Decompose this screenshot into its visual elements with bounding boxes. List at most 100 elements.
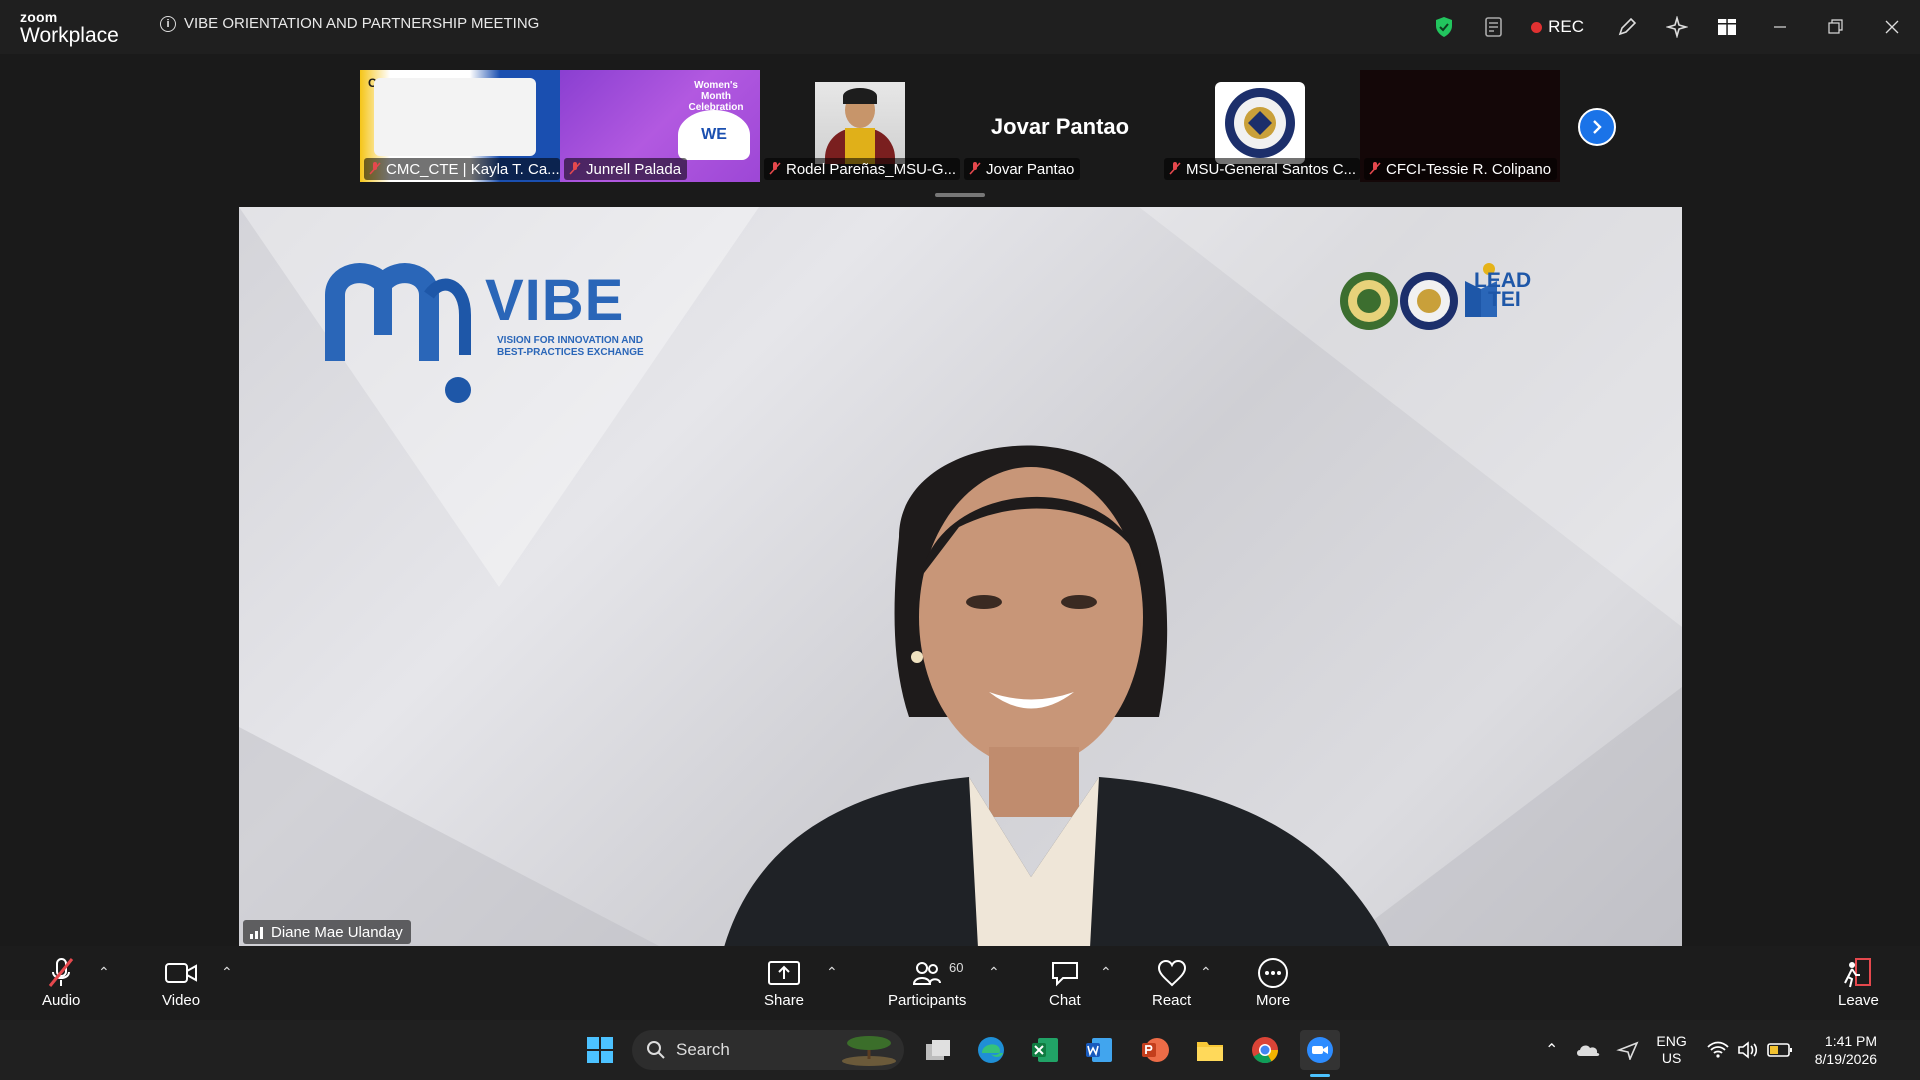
vibe-tagline: VISION FOR INNOVATION AND BEST-PRACTICES… bbox=[497, 335, 644, 359]
react-options-chevron-icon[interactable]: ⌃ bbox=[1200, 964, 1212, 981]
clock[interactable]: 1:41 PM 8/19/2026 bbox=[1815, 1032, 1877, 1068]
brand-big: Workplace bbox=[20, 24, 119, 47]
volume-icon[interactable] bbox=[1737, 1041, 1759, 1059]
active-speaker-video: VIBE VISION FOR INNOVATION AND BEST-PRAC… bbox=[239, 207, 1682, 946]
vibe-logo-icon bbox=[325, 263, 471, 403]
taskbar-search[interactable]: Search bbox=[632, 1030, 904, 1070]
leave-button[interactable]: Leave bbox=[1838, 954, 1879, 1009]
title-bar: zoom Workplace i VIBE ORIENTATION AND PA… bbox=[0, 0, 1920, 54]
more-button[interactable]: More bbox=[1256, 954, 1290, 1009]
language-indicator[interactable]: ENG US bbox=[1656, 1033, 1686, 1067]
rec-label: REC bbox=[1548, 17, 1584, 36]
signal-strength-icon bbox=[250, 927, 263, 939]
participant-label: Jovar Pantao bbox=[964, 158, 1081, 180]
more-options-icon bbox=[1257, 954, 1289, 992]
video-options-chevron-icon[interactable]: ⌃ bbox=[221, 964, 233, 981]
react-button[interactable]: React bbox=[1152, 954, 1191, 1009]
battery-icon[interactable] bbox=[1766, 1042, 1793, 1058]
participant-label: Rodel Pareñas_MSU-G... bbox=[764, 158, 960, 180]
college-seal-icon bbox=[1400, 272, 1458, 330]
active-speaker-label: Diane Mae Ulanday bbox=[243, 920, 411, 944]
participants-icon bbox=[912, 954, 942, 992]
title-bar-controls: REC bbox=[1419, 0, 1920, 54]
task-view-icon[interactable] bbox=[918, 1030, 958, 1070]
participant-name: MSU-General Santos C... bbox=[1186, 160, 1357, 178]
chat-options-chevron-icon[interactable]: ⌃ bbox=[1100, 964, 1112, 981]
participant-tile[interactable]: Jovar Pantao Jovar Pantao bbox=[960, 70, 1160, 182]
participant-tile[interactable]: Women's Month Celebration WE Junrell Pal… bbox=[560, 70, 760, 182]
recording-indicator[interactable]: REC bbox=[1531, 17, 1584, 37]
participant-label: Junrell Palada bbox=[564, 158, 688, 180]
word-icon[interactable] bbox=[1079, 1030, 1119, 1070]
search-icon bbox=[647, 1041, 665, 1059]
onedrive-icon[interactable] bbox=[1576, 1040, 1600, 1060]
leave-label: Leave bbox=[1838, 992, 1879, 1009]
lead-line2: TEI bbox=[1488, 288, 1521, 311]
chrome-icon[interactable] bbox=[1245, 1030, 1285, 1070]
info-icon[interactable]: i bbox=[160, 15, 176, 32]
banner-badge: WE bbox=[678, 110, 750, 160]
participant-label: CFCI-Tessie R. Colipano bbox=[1364, 158, 1558, 180]
search-placeholder: Search bbox=[676, 1040, 730, 1059]
share-screen-icon bbox=[767, 954, 801, 992]
file-explorer-icon[interactable] bbox=[1190, 1030, 1230, 1070]
share-options-chevron-icon[interactable]: ⌃ bbox=[826, 964, 838, 981]
clock-time: 1:41 PM bbox=[1824, 1033, 1878, 1049]
share-label: Share bbox=[764, 992, 805, 1009]
participant-tile[interactable]: MSU-General Santos C... bbox=[1160, 70, 1360, 182]
mic-muted-icon bbox=[1168, 161, 1182, 177]
language-code: ENG bbox=[1656, 1033, 1687, 1049]
wifi-icon[interactable] bbox=[1707, 1041, 1729, 1059]
participant-name: CMC_CTE | Kayla T. Ca... bbox=[386, 160, 560, 178]
video-button[interactable]: Video bbox=[162, 954, 200, 1009]
chat-bubble-icon bbox=[1050, 954, 1080, 992]
meeting-info[interactable]: i VIBE ORIENTATION AND PARTNERSHIP MEETI… bbox=[160, 15, 539, 32]
mic-muted-icon bbox=[1368, 161, 1382, 177]
vibe-tagline-line1: VISION FOR INNOVATION AND bbox=[497, 335, 643, 346]
participant-tile[interactable]: Rodel Pareñas_MSU-G... bbox=[760, 70, 960, 182]
excel-icon[interactable] bbox=[1025, 1030, 1065, 1070]
security-shield-icon[interactable] bbox=[1424, 7, 1464, 47]
view-layout-icon[interactable] bbox=[1707, 7, 1747, 47]
location-icon[interactable] bbox=[1616, 1040, 1640, 1060]
show-hidden-icons-chevron-icon[interactable]: ⌃ bbox=[1545, 1040, 1558, 1060]
shared-screen-preview bbox=[374, 78, 536, 156]
meeting-title: VIBE ORIENTATION AND PARTNERSHIP MEETING bbox=[184, 15, 540, 32]
participant-label: CMC_CTE | Kayla T. Ca... bbox=[364, 158, 560, 180]
participant-name: Jovar Pantao bbox=[986, 160, 1075, 178]
participant-tile[interactable]: CFCI-Tessie R. Colipano bbox=[1360, 70, 1560, 182]
zoom-app-icon[interactable] bbox=[1300, 1030, 1340, 1070]
start-button[interactable] bbox=[580, 1030, 620, 1070]
ai-companion-icon[interactable] bbox=[1657, 7, 1697, 47]
restore-button[interactable] bbox=[1808, 0, 1864, 54]
chat-button[interactable]: Chat bbox=[1049, 954, 1081, 1009]
search-highlight-icon bbox=[842, 1036, 896, 1066]
audio-button[interactable]: Audio bbox=[42, 954, 80, 1009]
zoom-active-indicator bbox=[1310, 1074, 1330, 1077]
video-camera-icon bbox=[164, 954, 198, 992]
close-button[interactable] bbox=[1864, 0, 1920, 54]
next-page-button[interactable] bbox=[1578, 108, 1616, 146]
mic-muted-icon bbox=[968, 161, 982, 177]
minimize-button[interactable] bbox=[1752, 0, 1808, 54]
vibe-wordmark: VIBE bbox=[485, 268, 625, 333]
strip-resize-handle[interactable] bbox=[935, 193, 985, 197]
video-label: Video bbox=[162, 992, 201, 1009]
share-button[interactable]: Share bbox=[764, 954, 804, 1009]
edge-browser-icon[interactable] bbox=[971, 1030, 1011, 1070]
college-seal-icon bbox=[1215, 82, 1305, 164]
speaker-figure bbox=[724, 445, 1390, 946]
participant-strip: CMC CMC_CTE | Kayla T. Ca... Women's Mon… bbox=[360, 70, 1560, 182]
brand-small: zoom bbox=[20, 9, 58, 25]
participant-tile[interactable]: CMC CMC_CTE | Kayla T. Ca... bbox=[360, 70, 560, 182]
participants-options-chevron-icon[interactable]: ⌃ bbox=[988, 964, 1000, 981]
university-seal-icon bbox=[1340, 272, 1398, 330]
audio-options-chevron-icon[interactable]: ⌃ bbox=[98, 964, 110, 981]
powerpoint-icon[interactable] bbox=[1135, 1030, 1175, 1070]
notes-icon[interactable] bbox=[1474, 7, 1514, 47]
annotate-pen-icon[interactable] bbox=[1607, 7, 1647, 47]
windows-logo-icon bbox=[587, 1037, 613, 1063]
more-label: More bbox=[1256, 992, 1291, 1009]
photo-hair bbox=[843, 88, 877, 104]
audio-label: Audio bbox=[42, 992, 81, 1009]
